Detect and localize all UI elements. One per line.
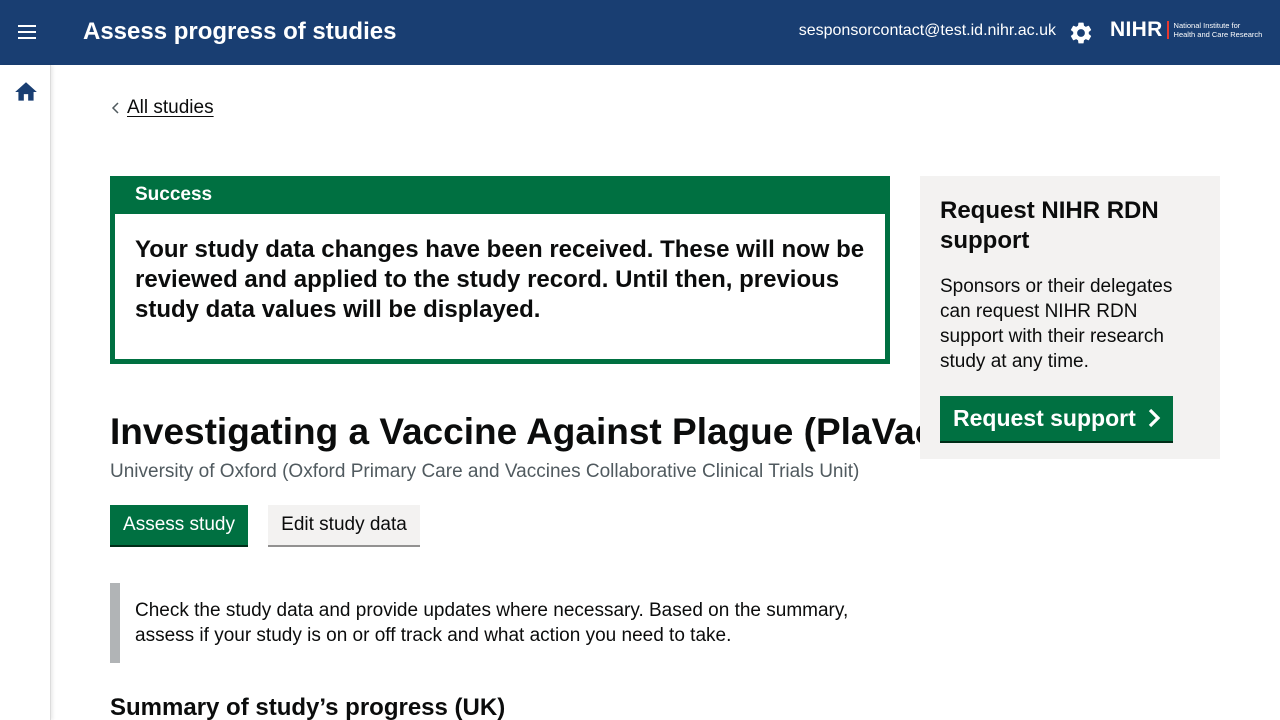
support-panel: Request NIHR RDN support Sponsors or the… bbox=[920, 176, 1220, 459]
request-support-label: Request support bbox=[953, 405, 1136, 431]
inset-guidance-text: Check the study data and provide updates… bbox=[110, 583, 890, 663]
logo-subtitle: National Institute for Health and Care R… bbox=[1174, 21, 1263, 39]
chevron-left-icon bbox=[111, 102, 119, 114]
gear-icon bbox=[1070, 22, 1092, 44]
logo-subtitle-line2: Health and Care Research bbox=[1173, 29, 1263, 39]
chevron-right-icon bbox=[1148, 408, 1161, 428]
success-banner-heading: Success bbox=[115, 181, 885, 214]
logo-divider bbox=[1166, 20, 1169, 39]
request-support-button[interactable]: Request support bbox=[940, 396, 1173, 441]
logo-wordmark: NIHR bbox=[1110, 18, 1163, 41]
hamburger-menu-icon bbox=[18, 25, 36, 39]
app-title: Assess progress of studies bbox=[83, 18, 397, 45]
side-navigation bbox=[0, 65, 51, 720]
back-link-all-studies[interactable]: All studies bbox=[110, 97, 214, 119]
edit-study-data-button[interactable]: Edit study data bbox=[268, 505, 420, 545]
user-email: sesponsorcontact@test.id.nihr.ac.uk bbox=[798, 22, 1056, 39]
summary-heading: Summary of study’s progress (UK) bbox=[110, 694, 506, 720]
support-panel-title: Request NIHR RDN support bbox=[940, 197, 1159, 254]
nihr-logo[interactable]: NIHR National Institute for Health and C… bbox=[1110, 19, 1262, 40]
study-organisation: University of Oxford (Oxford Primary Car… bbox=[110, 461, 860, 482]
top-header: Assess progress of studies sesponsorcont… bbox=[0, 0, 1280, 65]
success-banner: Success Your study data changes have bee… bbox=[110, 176, 890, 364]
home-button[interactable] bbox=[13, 79, 39, 105]
assess-study-button[interactable]: Assess study bbox=[110, 505, 248, 545]
settings-button[interactable] bbox=[1068, 20, 1094, 46]
logo-subtitle-line1: National Institute for bbox=[1173, 20, 1241, 30]
home-icon bbox=[15, 82, 37, 101]
back-link-label: All studies bbox=[127, 97, 214, 118]
study-title: Investigating a Vaccine Against Plague (… bbox=[110, 411, 948, 452]
menu-button[interactable] bbox=[9, 14, 45, 50]
support-panel-text: Sponsors or their delegates can request … bbox=[940, 276, 1173, 372]
success-banner-message: Your study data changes have been receiv… bbox=[135, 236, 865, 323]
